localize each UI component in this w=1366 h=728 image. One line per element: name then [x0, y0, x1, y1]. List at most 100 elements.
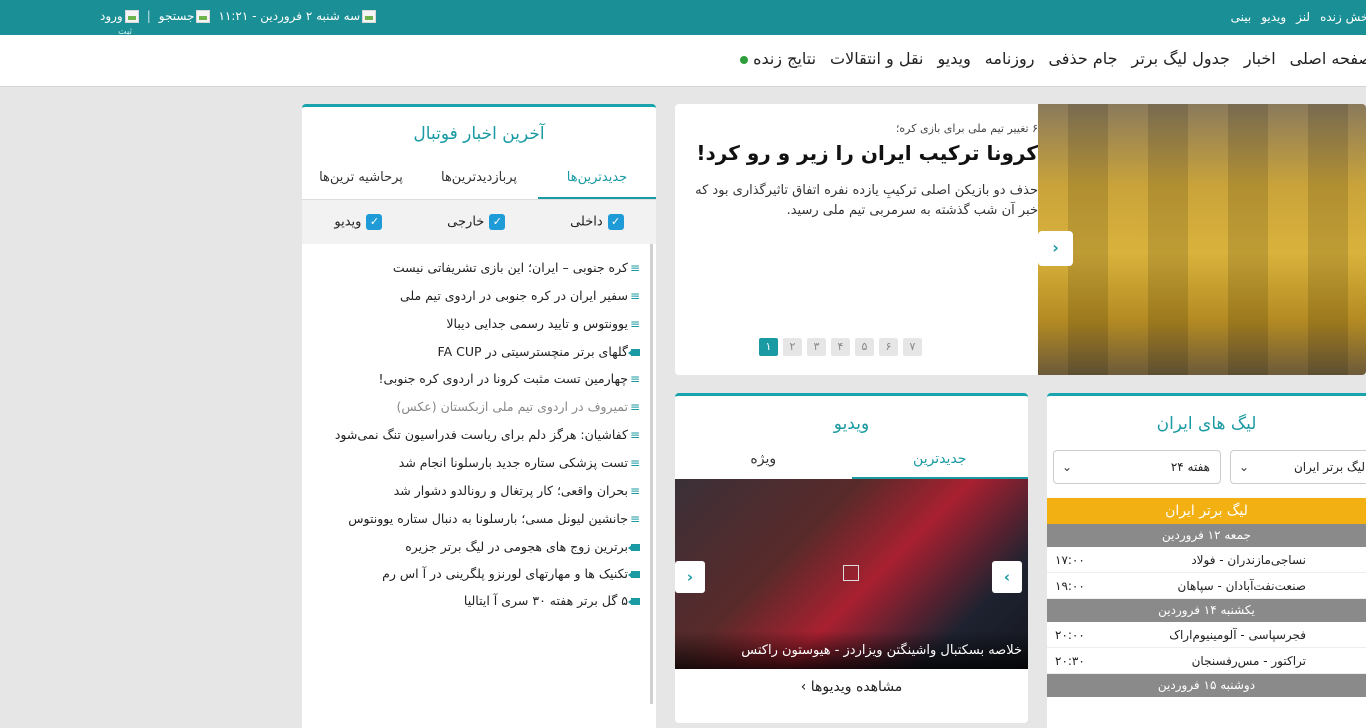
slider-page-button[interactable]: ۵: [855, 338, 874, 356]
match-row[interactable]: صنعت‌نفت‌آبادان - سپاهان ۱۹:۰۰: [1047, 573, 1366, 599]
nav-home[interactable]: صفحه اصلی: [1290, 49, 1366, 68]
video-panel: ویدیو جدیدترین ویژه › ‹ خلاصه بسکتبال وا…: [675, 393, 1028, 723]
tab-most-viewed[interactable]: پربازدیدترین‌ها: [420, 164, 538, 199]
play-icon[interactable]: [843, 565, 859, 581]
news-filters: ✓داخلی ✓خارجی ✓ویدیو: [302, 200, 656, 244]
video-caption[interactable]: خلاصه بسکتبال واشینگتن ویزاردز - هیوستون…: [675, 631, 1028, 669]
list-icon: ≡: [629, 317, 640, 331]
news-item[interactable]: برترین زوج های هجومی در لیگ برتر جزیره: [302, 533, 650, 560]
headline-lead: حذف دو بازیکن اصلی ترکیبِ یازده نفره اتف…: [695, 183, 1038, 218]
chevron-left-icon: ›: [800, 679, 807, 695]
news-item[interactable]: ≡سفیر ایران در کره جنوبی در اردوی تیم مل…: [302, 282, 650, 310]
top-links: پخش زنده لنز ویدیو بینی: [1231, 10, 1366, 24]
list-icon: ≡: [629, 400, 640, 414]
video-icon: [628, 349, 640, 356]
news-item[interactable]: ≡یوونتوس و تایید رسمی جدایی دیبالا: [302, 310, 650, 338]
news-item[interactable]: تکنیک ها و مهارتهای لورنزو پلگرینی در آ …: [302, 560, 650, 587]
nav-live-results[interactable]: نتایج زنده: [740, 49, 816, 68]
top-link-lens[interactable]: لنز: [1296, 10, 1310, 24]
news-tabs: جدیدترین‌ها پربازدیدترین‌ها پرحاشیه ترین…: [302, 164, 656, 200]
video-thumbnail[interactable]: › ‹ خلاصه بسکتبال واشینگتن ویزاردز - هیو…: [675, 479, 1028, 669]
slider-pager: ۷۶۵۴۳۲۱: [759, 338, 922, 356]
calendar-icon: [362, 10, 377, 23]
league-select[interactable]: لیگ برتر ایران ⌄: [1230, 450, 1366, 484]
nav-league-table[interactable]: جدول لیگ برتر: [1131, 49, 1229, 68]
top-link-extra[interactable]: بینی: [1231, 10, 1252, 24]
news-item[interactable]: ≡تست پزشکی ستاره جدید بارسلونا انجام شد: [302, 449, 650, 477]
top-link-video[interactable]: ویدیو: [1261, 10, 1286, 24]
chevron-down-icon: ⌄: [1062, 460, 1073, 474]
list-icon: ≡: [629, 456, 640, 470]
tab-newest[interactable]: جدیدترین‌ها: [538, 164, 656, 199]
headline-photo[interactable]: [1038, 104, 1366, 375]
video-panel-title: ویدیو: [833, 414, 870, 434]
nav-video[interactable]: ویدیو: [938, 49, 971, 68]
date-time: سه شنبه ۲ فروردین - ۱۱:۲۱: [218, 9, 377, 23]
slider-page-button[interactable]: ۶: [879, 338, 898, 356]
iran-leagues-panel: لیگ های ایران لیگ برتر ایران ⌄ هفته ۲۴ ⌄ ل…: [1047, 393, 1366, 728]
list-icon: ≡: [629, 372, 640, 386]
tab-video-newest[interactable]: جدیدترین: [851, 444, 1028, 479]
slider-page-button[interactable]: ۷: [903, 338, 922, 356]
match-teams: صنعت‌نفت‌آبادان - سپاهان: [1177, 579, 1306, 593]
nav-transfers[interactable]: نقل و انتقالات: [830, 49, 923, 68]
checkbox-icon[interactable]: ✓: [607, 214, 624, 230]
slider-prev-arrow-icon[interactable]: ‹: [1038, 231, 1073, 266]
headline-text: ۶ تغییر تیم ملی برای بازی کره؛ کرونا ترک…: [688, 122, 1038, 221]
chevron-down-icon: ⌄: [1239, 460, 1250, 474]
filter-domestic[interactable]: ✓داخلی: [570, 214, 624, 230]
list-icon: ≡: [629, 289, 640, 303]
match-row[interactable]: تراکتور - مس‌رفسنجان ۲۰:۳۰: [1047, 648, 1366, 674]
slider-page-button[interactable]: ۴: [831, 338, 850, 356]
nav-newspaper[interactable]: روزنامه: [985, 49, 1035, 68]
news-item[interactable]: ≡بحران واقعی؛ کار پرتغال و رونالدو دشوار…: [302, 477, 650, 505]
news-item[interactable]: ≡چهارمین تست مثبت کرونا در اردوی کره جنو…: [302, 365, 650, 393]
video-prev-arrow-icon[interactable]: ‹: [675, 561, 705, 593]
league-name: لیگ برتر ایران: [1047, 498, 1366, 524]
news-item[interactable]: ≡جانشین لیونل مسی؛ بارسلونا به دنبال ستا…: [302, 505, 650, 533]
news-item[interactable]: ≡کره جنوبی – ایران؛ این بازی تشریفاتی نی…: [302, 254, 650, 282]
nav-news[interactable]: اخبار: [1244, 49, 1276, 68]
news-item[interactable]: ≡تمیروف در اردوی تیم ملی ازبکستان (عکس): [302, 393, 650, 421]
filter-foreign[interactable]: ✓خارجی: [447, 214, 506, 230]
match-time: ۲۰:۰۰: [1055, 628, 1085, 642]
view-videos-link[interactable]: مشاهده ویدیوها ›: [675, 669, 1028, 695]
video-next-arrow-icon[interactable]: ›: [992, 561, 1022, 593]
search-icon: [196, 10, 211, 23]
news-item[interactable]: ≡کفاشیان: هرگز دلم برای ریاست فدراسیون ت…: [302, 421, 650, 449]
tab-most-controversial[interactable]: پرحاشیه ترین‌ها: [302, 164, 420, 199]
match-row[interactable]: فجرسپاسی - آلومینیوم‌اراک ۲۰:۰۰: [1047, 622, 1366, 648]
match-teams: نساجی‌مازندران - فولاد: [1191, 553, 1306, 567]
checkbox-icon[interactable]: ✓: [489, 214, 506, 230]
headline-title[interactable]: کرونا ترکیب ایران را زیر و رو کرد!: [688, 141, 1038, 165]
match-row[interactable]: نساجی‌مازندران - فولاد ۱۷:۰۰: [1047, 547, 1366, 573]
news-item[interactable]: گلهای برتر منچسترسیتی در FA CUP: [302, 338, 650, 365]
tab-video-featured[interactable]: ویژه: [675, 444, 852, 479]
leagues-title: لیگ های ایران: [1156, 414, 1257, 434]
top-link-live[interactable]: پخش زنده: [1320, 10, 1366, 24]
slider-page-button[interactable]: ۳: [807, 338, 826, 356]
match-time: ۲۰:۳۰: [1055, 654, 1085, 668]
match-teams: تراکتور - مس‌رفسنجان: [1191, 654, 1306, 668]
list-icon: ≡: [629, 428, 640, 442]
week-select[interactable]: هفته ۲۴ ⌄: [1053, 450, 1221, 484]
league-selects: لیگ برتر ایران ⌄ هفته ۲۴ ⌄: [1047, 450, 1366, 486]
news-panel-title: آخرین اخبار فوتبال: [413, 124, 545, 144]
login-link[interactable]: ورود: [100, 9, 139, 23]
filter-video[interactable]: ✓ویدیو: [334, 214, 383, 230]
user-icon: [124, 10, 139, 23]
match-time: ۱۹:۰۰: [1055, 579, 1085, 593]
news-item[interactable]: ۵ گل برتر هفته ۳۰ سری آ ایتالیا: [302, 587, 650, 614]
video-tabs: جدیدترین ویژه: [675, 444, 1028, 479]
slider-page-button[interactable]: ۲: [783, 338, 802, 356]
slider-page-button[interactable]: ۱: [759, 338, 778, 356]
search-link[interactable]: جستجو: [159, 9, 211, 23]
latest-news-panel: آخرین اخبار فوتبال جدیدترین‌ها پربازدیدت…: [302, 104, 656, 728]
live-dot-icon: [740, 55, 749, 64]
nav-cup[interactable]: جام حذفی: [1048, 49, 1117, 68]
headline-slider: ۶ تغییر تیم ملی برای بازی کره؛ کرونا ترک…: [675, 104, 1366, 375]
fixture-day: دوشنبه ۱۵ فروردین: [1047, 674, 1366, 697]
video-icon: [628, 544, 640, 551]
checkbox-icon[interactable]: ✓: [366, 214, 383, 230]
list-icon: ≡: [629, 261, 640, 275]
